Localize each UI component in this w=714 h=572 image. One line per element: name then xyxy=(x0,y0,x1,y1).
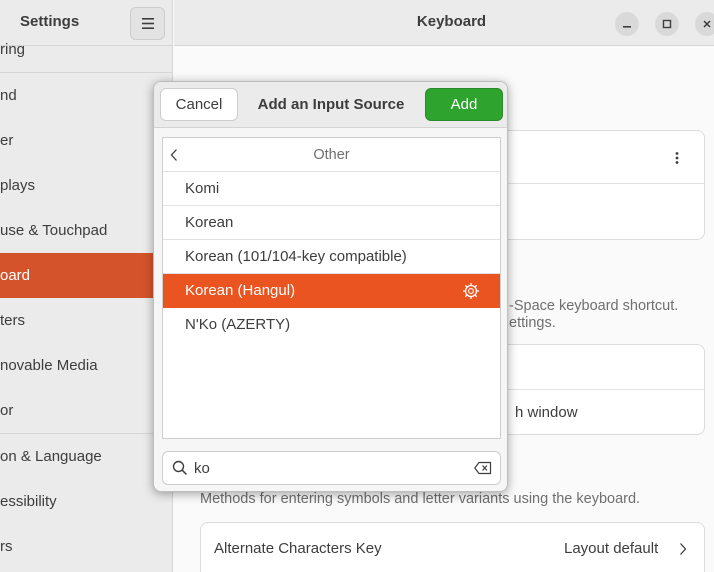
main-header: Keyboard xyxy=(174,0,714,46)
list-item-label: Korean (101/104-key compatible) xyxy=(185,248,407,265)
sidebar-item-sound[interactable]: nd xyxy=(0,73,172,118)
sidebar-item-label: use & Touchpad xyxy=(0,222,108,239)
sidebar-item-label: er xyxy=(0,132,14,149)
sidebar: Settings ring nd er plays use & Touchpad… xyxy=(0,0,173,572)
add-button[interactable]: Add xyxy=(425,88,503,121)
list-item[interactable]: N'Ko (AZERTY) xyxy=(163,308,500,342)
list-item-label: Korean xyxy=(185,214,234,231)
sidebar-item-removable-media[interactable]: novable Media xyxy=(0,343,172,388)
maximize-button[interactable] xyxy=(655,12,679,36)
minimize-button[interactable] xyxy=(615,12,639,36)
alternate-characters-label: Alternate Characters Key xyxy=(214,540,382,557)
chevron-right-icon xyxy=(680,543,687,555)
sidebar-item-label: essibility xyxy=(0,493,57,510)
sidebar-item-label: ters xyxy=(0,312,26,329)
list-item-selected[interactable]: Korean (Hangul) xyxy=(163,274,500,308)
list-item[interactable]: Komi xyxy=(163,172,500,206)
sidebar-item-users[interactable]: rs xyxy=(0,524,172,569)
sidebar-item-mouse-touchpad[interactable]: use & Touchpad xyxy=(0,208,172,253)
sidebar-item-label: or xyxy=(0,402,14,419)
shortcut-description-line1: -Space keyboard shortcut. xyxy=(509,298,679,314)
list-item[interactable]: Korean xyxy=(163,206,500,240)
shortcut-description-line2: ettings. xyxy=(509,315,556,331)
sidebar-item-label: on & Language xyxy=(0,448,102,465)
search-icon xyxy=(172,460,188,476)
alternate-characters-row[interactable]: Alternate Characters Key Layout default xyxy=(200,522,705,572)
minimize-icon xyxy=(623,26,631,28)
cancel-button[interactable]: Cancel xyxy=(160,88,238,121)
sidebar-item-color[interactable]: or xyxy=(0,388,172,433)
add-input-source-dialog: Cancel Add an Input Source Add Other Kom… xyxy=(153,81,508,492)
alternate-characters-value: Layout default xyxy=(564,540,659,557)
list-item-label: N'Ko (AZERTY) xyxy=(185,316,291,333)
sidebar-item-label: nd xyxy=(0,87,17,104)
list-item[interactable]: Korean (101/104-key compatible) xyxy=(163,240,500,274)
sidebar-item-label: novable Media xyxy=(0,357,98,374)
input-source-list: Other Komi Korean Korean (101/104-key co… xyxy=(162,137,501,439)
sidebar-item-printers[interactable]: ters xyxy=(0,298,172,343)
sidebar-item-region-language[interactable]: on & Language xyxy=(0,434,172,479)
kebab-menu-icon[interactable] xyxy=(675,152,679,164)
list-item-label: Komi xyxy=(185,180,220,197)
sidebar-item-power[interactable]: er xyxy=(0,118,172,163)
search-entry[interactable]: ko xyxy=(162,451,501,485)
sidebar-item-label: oard xyxy=(0,267,31,284)
dialog-title: Add an Input Source xyxy=(257,96,405,113)
dialog-header: Cancel Add an Input Source Add xyxy=(154,82,507,128)
clear-text-icon[interactable] xyxy=(474,461,492,475)
close-icon xyxy=(703,20,711,28)
search-input[interactable]: ko xyxy=(194,460,464,477)
per-window-option[interactable]: h window xyxy=(515,404,578,421)
sidebar-item-displays[interactable]: plays xyxy=(0,163,172,208)
maximize-icon xyxy=(662,19,672,29)
sidebar-item-label: ring xyxy=(0,41,26,58)
sidebar-item-accessibility[interactable]: essibility xyxy=(0,479,172,524)
sidebar-item-label: rs xyxy=(0,538,13,555)
list-section-label: Other xyxy=(313,147,350,163)
sidebar-item-label: plays xyxy=(0,177,36,194)
sidebar-item-sharing[interactable]: ring xyxy=(0,27,172,67)
close-button[interactable] xyxy=(695,12,714,36)
list-item-label: Korean (Hangul) xyxy=(185,282,296,299)
special-characters-description: Methods for entering symbols and letter … xyxy=(200,491,641,507)
sidebar-item-keyboard[interactable]: oard xyxy=(0,253,172,298)
back-row[interactable]: Other xyxy=(163,138,500,172)
input-method-engine-icon xyxy=(463,283,479,299)
